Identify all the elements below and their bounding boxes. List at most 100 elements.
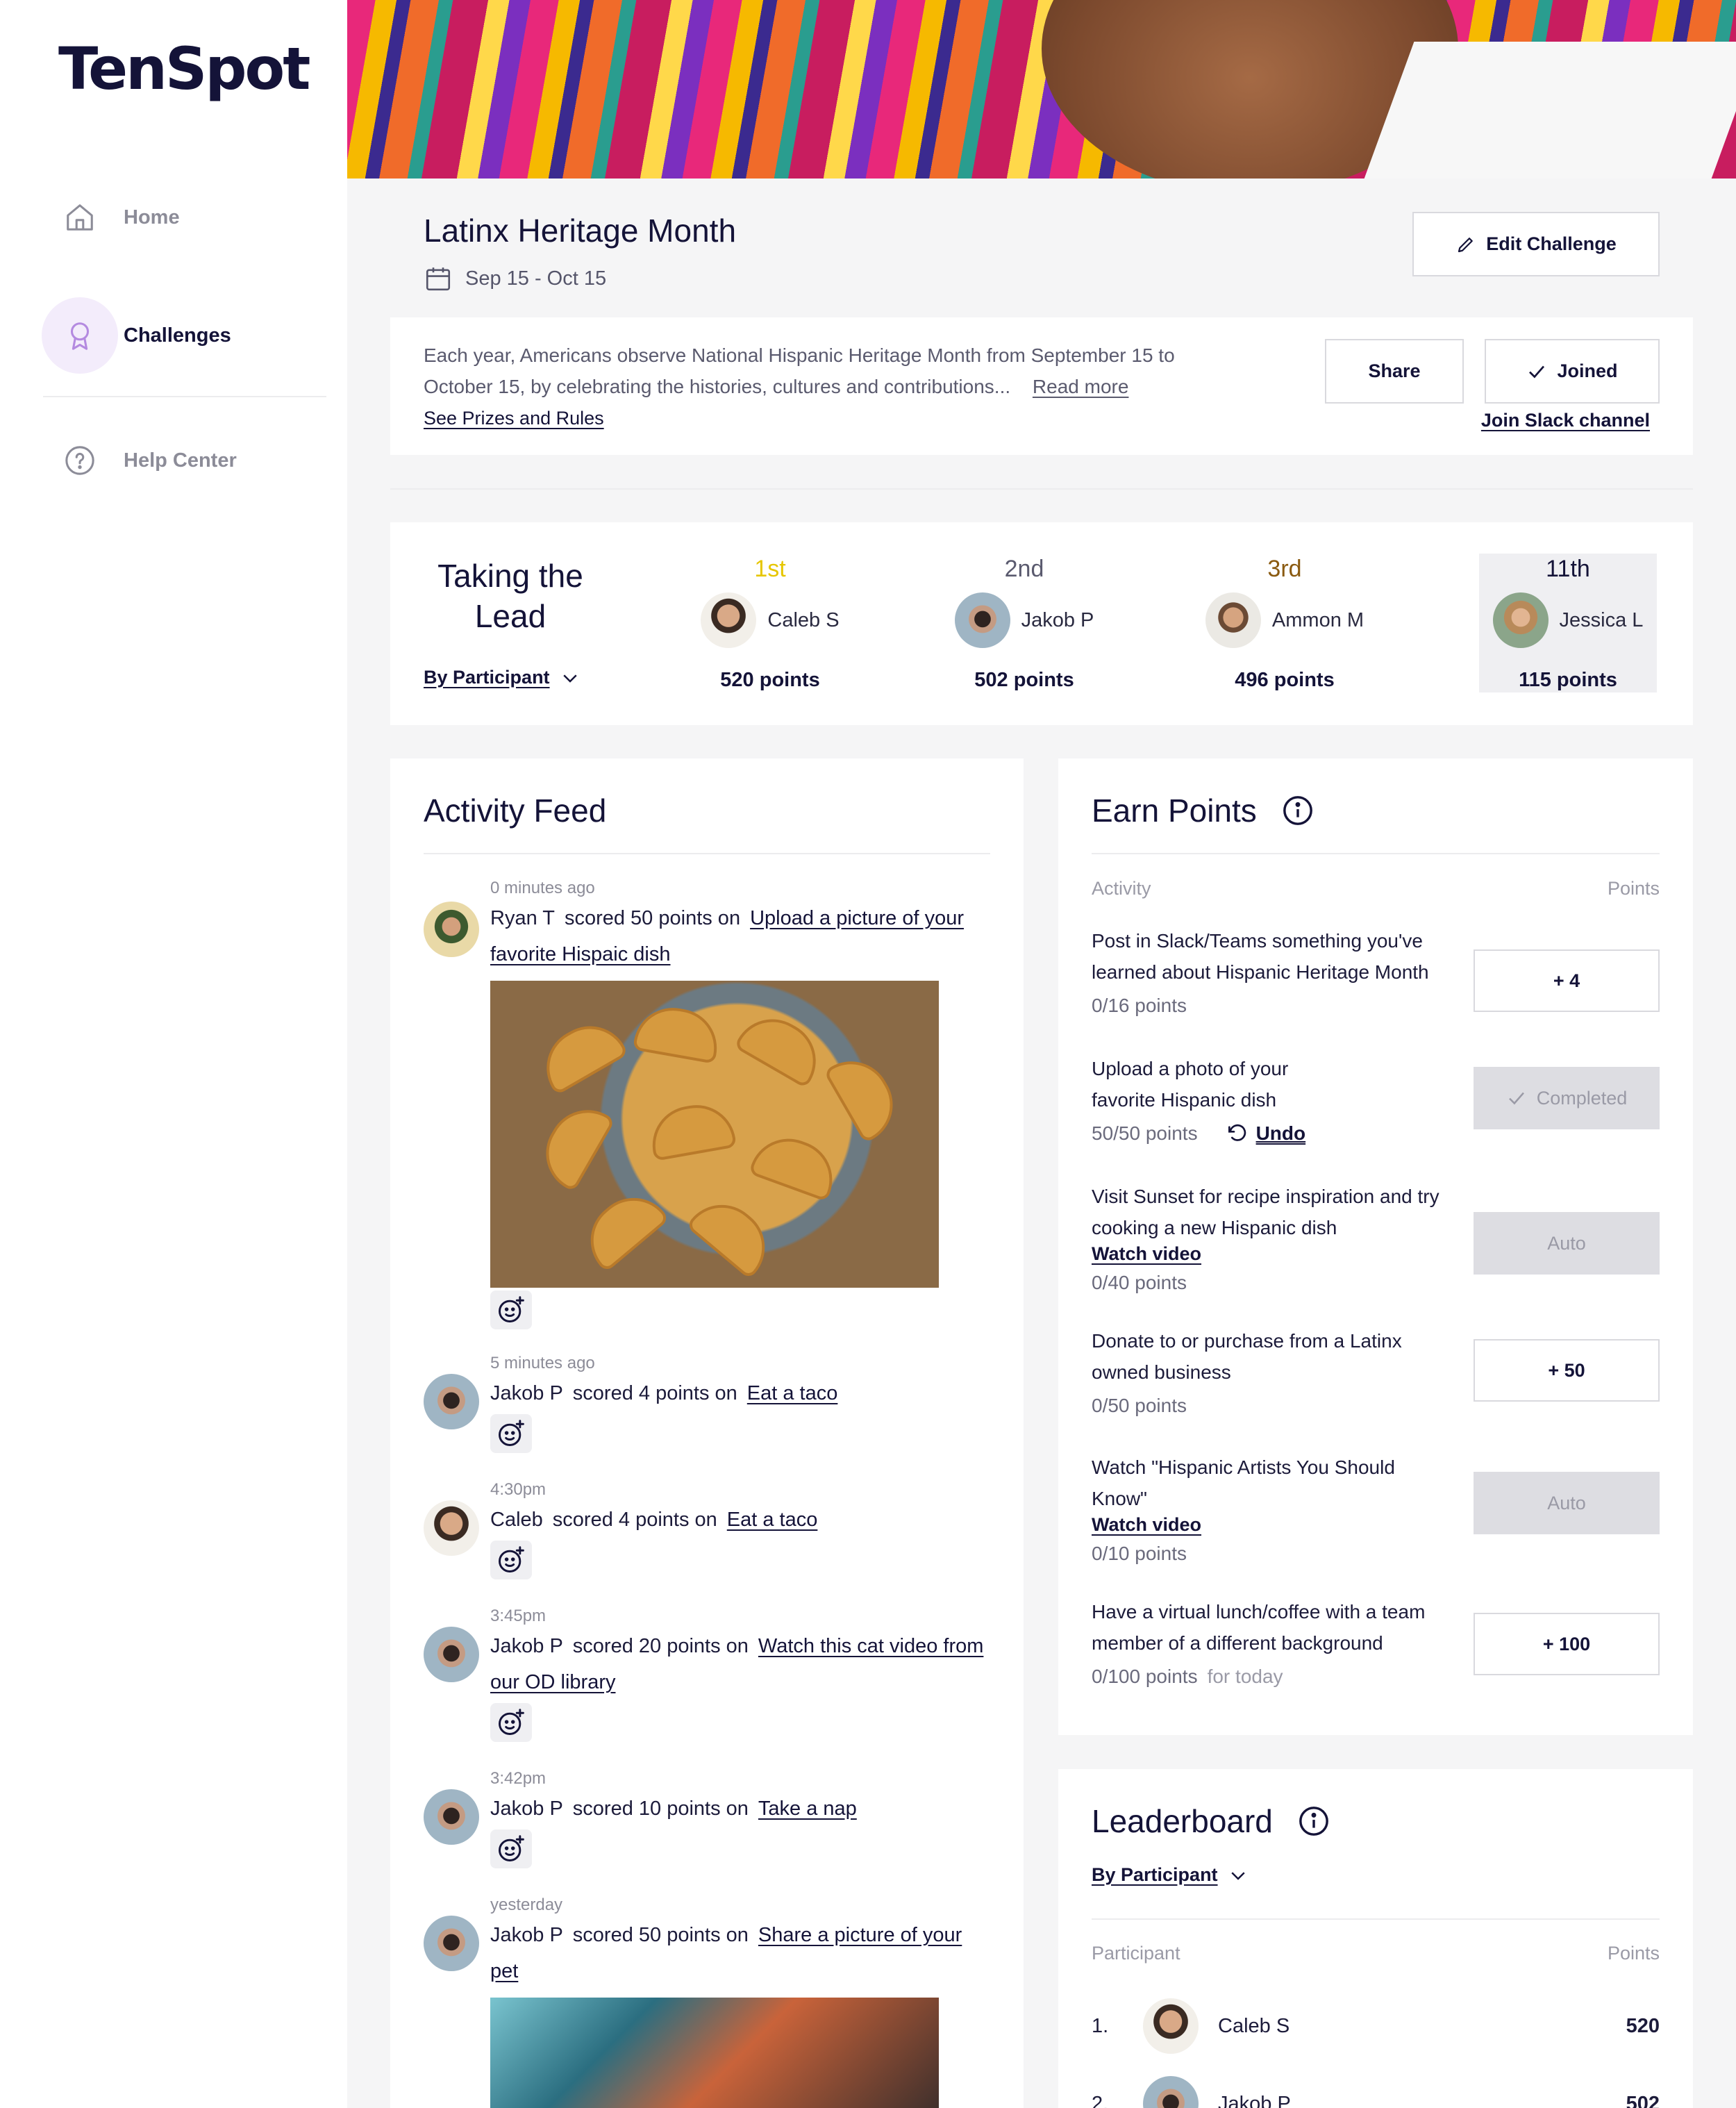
earn-points-button[interactable]: + 50: [1474, 1339, 1660, 1402]
edit-challenge-button[interactable]: Edit Challenge: [1412, 212, 1660, 276]
earn-row: Post in Slack/Teams something you've lea…: [1092, 925, 1660, 1017]
earn-row: Upload a photo of your favorite Hispanic…: [1092, 1053, 1660, 1145]
feed-verb: scored 4 points on: [552, 1509, 717, 1531]
feed-user: Caleb: [490, 1509, 543, 1531]
calendar-icon: [426, 267, 451, 291]
podium-name: Jakob P: [1021, 608, 1094, 631]
award-icon: [42, 297, 118, 374]
podium-first[interactable]: 1st Caleb S 520 points: [687, 556, 853, 692]
help-circle-icon: [42, 422, 118, 499]
feed-line: Caleb scored 4 points on Eat a taco: [490, 1502, 993, 1538]
undo-icon: [1228, 1124, 1246, 1141]
leaderboard-row[interactable]: 2. Jakob P 502: [1092, 2076, 1660, 2108]
feed-verb: scored 4 points on: [572, 1382, 737, 1404]
feed-activity-link[interactable]: Take a nap: [758, 1798, 857, 1820]
avatar: [424, 1374, 479, 1429]
earn-progress-text: 0/16 points: [1092, 995, 1187, 1016]
leaderboard-points: 502: [1626, 2092, 1660, 2108]
prizes-rules-link[interactable]: See Prizes and Rules: [424, 408, 604, 429]
watch-video-link[interactable]: Watch video: [1092, 1243, 1201, 1264]
feed-activity-link[interactable]: Eat a taco: [747, 1382, 838, 1404]
pet-photo[interactable]: [490, 1998, 939, 2108]
section-divider: [390, 488, 1693, 490]
avatar: [424, 1627, 479, 1682]
feed-divider: [424, 853, 990, 854]
empanada-shape: [646, 1099, 737, 1161]
auto-button: Auto: [1474, 1472, 1660, 1534]
lead-filter-dropdown[interactable]: By Participant: [424, 667, 581, 688]
leaderboard-filter-dropdown[interactable]: By Participant: [1092, 1864, 1249, 1886]
earn-activity-name: Donate to or purchase from a Latinx owne…: [1092, 1330, 1402, 1383]
earn-points-card: Earn Points Activity Points Post in Slac…: [1058, 758, 1693, 1735]
podium-participant: Jessica L: [1485, 592, 1651, 648]
empanada-shape: [531, 1095, 616, 1193]
app-logo[interactable]: TenSpot: [58, 35, 310, 103]
edit-challenge-label: Edit Challenge: [1486, 233, 1617, 254]
joined-button[interactable]: Joined: [1485, 339, 1660, 404]
feed-verb: scored 20 points on: [572, 1635, 749, 1657]
chevron-down-icon: [1230, 1871, 1245, 1880]
earn-activity-name: Visit Sunset for recipe inspiration and …: [1092, 1186, 1439, 1238]
leaderboard-row[interactable]: 1. Caleb S 520: [1092, 1998, 1660, 2054]
avatar: [424, 902, 479, 957]
podium-second[interactable]: 2nd Jakob P 502 points: [941, 556, 1108, 692]
podium-participant: Caleb S: [687, 592, 853, 648]
earn-row: Donate to or purchase from a Latinx owne…: [1092, 1325, 1660, 1417]
feed-verb: scored 50 points on: [572, 1924, 749, 1946]
avatar: [954, 592, 1010, 648]
add-reaction-button[interactable]: [490, 1541, 532, 1579]
leaderboard-card: Leaderboard By Participant Participant P…: [1058, 1769, 1693, 2108]
earn-row: Visit Sunset for recipe inspiration and …: [1092, 1181, 1660, 1294]
podium-current-user[interactable]: 11th Jessica L 115 points: [1485, 556, 1651, 692]
sidebar-item-challenges[interactable]: Challenges: [42, 297, 333, 374]
leaderboard-position: 2.: [1092, 2092, 1109, 2108]
empanada-shape: [733, 1004, 831, 1089]
empanadas-photo[interactable]: [490, 981, 939, 1288]
empanada-shape: [574, 1181, 670, 1273]
sidebar-item-home[interactable]: Home: [42, 179, 333, 256]
add-reaction-icon: [499, 1296, 524, 1322]
add-reaction-button[interactable]: [490, 1703, 532, 1742]
completed-button: Completed: [1474, 1067, 1660, 1129]
leaderboard-header: Leaderboard: [1092, 1802, 1330, 1840]
podium-participant: Jakob P: [941, 592, 1108, 648]
podium-name: Caleb S: [767, 608, 840, 631]
undo-button[interactable]: Undo: [1226, 1122, 1305, 1145]
sidebar-item-help-center[interactable]: Help Center: [42, 422, 333, 499]
info-icon[interactable]: [1298, 1805, 1330, 1837]
feed-item-body: 3:42pm Jakob P scored 10 points on Take a …: [490, 1767, 993, 1868]
earn-progress-text: 0/100 points: [1092, 1666, 1198, 1687]
add-reaction-button[interactable]: [490, 1414, 532, 1453]
read-more-link[interactable]: Read more: [1033, 376, 1129, 397]
date-range: Sep 15 - Oct 15: [465, 267, 607, 290]
podium-third[interactable]: 3rd Ammon M 496 points: [1194, 556, 1375, 692]
sidebar-item-label: Challenges: [124, 324, 231, 347]
sidebar: TenSpot Home Challenges Help Center: [0, 0, 347, 2108]
join-slack-link[interactable]: Join Slack channel: [1481, 410, 1650, 431]
lead-filter-label: By Participant: [424, 667, 550, 688]
watch-video-link[interactable]: Watch video: [1092, 1514, 1201, 1535]
earn-activity-name: Post in Slack/Teams something you've lea…: [1092, 930, 1429, 983]
avatar: [1205, 592, 1261, 648]
earn-row: Watch "Hispanic Artists You Should Know"…: [1092, 1452, 1660, 1565]
earn-points-button[interactable]: + 4: [1474, 949, 1660, 1012]
info-icon[interactable]: [1282, 795, 1314, 827]
empanada-shape: [532, 1011, 629, 1096]
feed-line: Jakob Pscored 50 points on Share a pictur…: [490, 1917, 993, 1989]
feed-item-body: 0 minutes ago Ryan Tscored 50 points on U…: [490, 877, 993, 1329]
feed-activity-link[interactable]: Eat a taco: [727, 1509, 818, 1531]
nav-divider: [43, 396, 326, 397]
add-reaction-button[interactable]: [490, 1290, 532, 1329]
share-label: Share: [1368, 360, 1421, 381]
share-button[interactable]: Share: [1325, 339, 1464, 404]
podium-name: Ammon M: [1271, 608, 1364, 631]
feed-line: Jakob P scored 4 points on Eat a taco: [490, 1375, 993, 1411]
column-header-activity: Activity: [1092, 878, 1151, 899]
add-reaction-button[interactable]: [490, 1829, 532, 1868]
earn-progress-text: 50/50 points: [1092, 1122, 1198, 1144]
feed-verb: scored 50 points on: [564, 907, 741, 929]
auto-button: Auto: [1474, 1212, 1660, 1275]
hero-shirt: [1363, 42, 1736, 179]
earn-points-button[interactable]: + 100: [1474, 1613, 1660, 1675]
feed-time: 4:30pm: [490, 1480, 546, 1499]
